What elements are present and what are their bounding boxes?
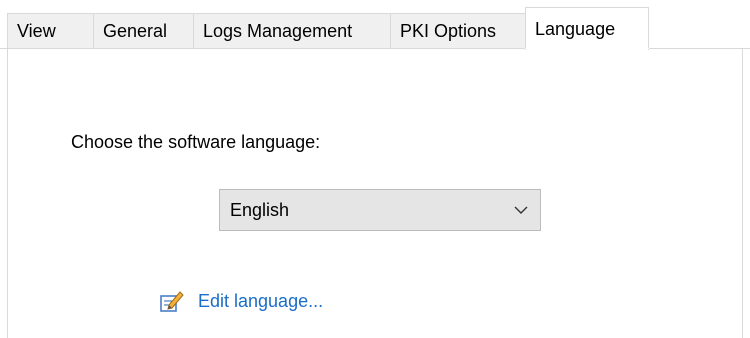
chevron-down-icon: [514, 206, 528, 214]
tab-view[interactable]: View: [7, 13, 94, 48]
tab-view-label: View: [17, 20, 56, 41]
tab-language[interactable]: Language: [525, 7, 649, 50]
tab-pki-options[interactable]: PKI Options: [391, 13, 526, 48]
edit-language-label: Edit language...: [198, 290, 324, 311]
active-tab-gap: [525, 48, 649, 49]
language-prompt: Choose the software language:: [71, 132, 321, 152]
tab-general-label: General: [103, 20, 168, 41]
tab-logs-management-label: Logs Management: [203, 20, 353, 41]
pencil-edit-icon: [160, 291, 184, 312]
edit-language-link[interactable]: Edit language...: [158, 288, 323, 314]
language-dropdown-value: English: [230, 199, 290, 220]
tab-pki-options-label: PKI Options: [400, 20, 497, 41]
tab-language-label: Language: [535, 19, 616, 39]
tab-general[interactable]: General: [94, 13, 194, 48]
options-window: View General Logs Management PKI Options…: [0, 0, 750, 338]
tab-logs-management[interactable]: Logs Management: [194, 13, 391, 48]
tab-strip: View General Logs Management PKI Options…: [0, 0, 750, 50]
language-dropdown[interactable]: English: [219, 189, 541, 231]
